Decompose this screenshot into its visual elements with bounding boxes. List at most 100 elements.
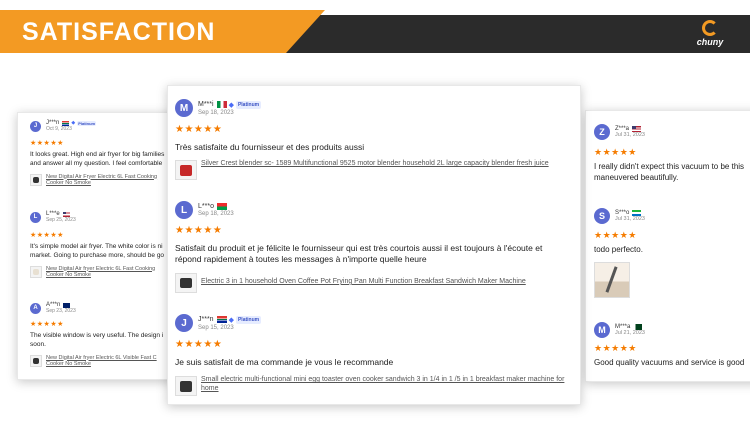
review-text: The visible window is very useful. The d… bbox=[30, 332, 176, 350]
review-item: S S***o Jul 31, 2023 ★★★★★ todo perfecto… bbox=[594, 208, 750, 298]
product-link[interactable]: Silver Crest blender sc- 1589 Multifunct… bbox=[175, 160, 570, 181]
review-text-line: soon. bbox=[30, 340, 46, 348]
product-link[interactable]: Small electric multi-functional mini egg… bbox=[175, 376, 570, 397]
product-link-line[interactable]: Cooker No Smoke bbox=[46, 180, 157, 187]
review-card-center: M M***i ◆ Platinum Sep 18, 2023 ★★★★★ Tr… bbox=[167, 85, 581, 405]
star-rating: ★★★★★ bbox=[175, 124, 223, 135]
review-date: Oct 9, 2023 bbox=[46, 126, 72, 132]
avatar: A bbox=[30, 302, 41, 314]
diamond-icon: ◆ bbox=[228, 101, 234, 109]
review-date: Jul 31, 2023 bbox=[615, 132, 645, 138]
avatar: M bbox=[594, 322, 610, 338]
star-rating: ★★★★★ bbox=[594, 147, 637, 157]
review-item: L L***o Sep 18, 2023 ★★★★★ Satisfait du … bbox=[175, 201, 570, 293]
product-link-text[interactable]: Silver Crest blender sc- 1589 Multifunct… bbox=[201, 160, 549, 169]
satisfaction-page: SATISFACTION chuny J J***n ◆ Platinum Oc… bbox=[0, 0, 750, 448]
review-item: M M***i ◆ Platinum Sep 18, 2023 ★★★★★ Tr… bbox=[175, 99, 570, 181]
product-thumbnail[interactable] bbox=[175, 376, 197, 397]
chuny-logo-icon bbox=[702, 20, 718, 36]
review-card-right: Z Z***a Jul 31, 2023 ★★★★★ I really didn… bbox=[585, 110, 750, 382]
review-item: J J***n ◆ Platinum Oct 9, 2023 ★★★★★ It … bbox=[30, 120, 176, 187]
product-thumbnail[interactable] bbox=[175, 160, 197, 181]
diamond-icon: ◆ bbox=[228, 316, 234, 324]
flag-icon bbox=[632, 126, 642, 132]
review-text-line: market. Going to purchase more, should b… bbox=[30, 251, 165, 259]
flag-icon bbox=[62, 120, 70, 126]
review-item: J J***n ◆ Platinum Sep 15, 2023 ★★★★★ Je… bbox=[175, 314, 570, 397]
flag-icon bbox=[216, 101, 227, 108]
review-text: Je suis satisfait de ma commande je vous… bbox=[175, 357, 394, 367]
review-date: Jul 31, 2023 bbox=[615, 216, 645, 222]
product-link-line[interactable]: New Digital Air Fryer Electric 6L Fast C… bbox=[46, 174, 157, 181]
brand-logo: chuny bbox=[690, 20, 730, 50]
avatar: M bbox=[175, 99, 193, 117]
product-thumbnail[interactable] bbox=[175, 272, 197, 293]
flag-icon bbox=[62, 211, 70, 217]
product-link-text[interactable]: Small electric multi-functional mini egg… bbox=[201, 376, 570, 394]
review-date: Sep 18, 2023 bbox=[198, 211, 234, 217]
review-item: M M***a Jul 21, 2023 ★★★★★ Good quality … bbox=[594, 322, 750, 369]
avatar: S bbox=[594, 208, 610, 224]
review-text: I really didn't expect this vacuum to be… bbox=[594, 162, 750, 184]
avatar: L bbox=[30, 211, 41, 223]
platinum-badge: Platinum bbox=[235, 315, 262, 324]
review-text: Très satisfaite du fournisseur et des pr… bbox=[175, 142, 365, 152]
review-text-line: Good quality vacuums and service is good bbox=[594, 358, 745, 367]
review-text: It's simple model air fryer. The white c… bbox=[30, 243, 176, 261]
star-rating: ★★★★★ bbox=[594, 343, 637, 353]
review-text-line: The visible window is very useful. The d… bbox=[30, 332, 164, 339]
star-rating: ★★★★★ bbox=[30, 321, 64, 328]
product-thumbnail[interactable] bbox=[30, 265, 42, 278]
avatar: J bbox=[175, 314, 193, 332]
product-link-line[interactable]: New Digital Air fryer Electric 6L Visibl… bbox=[46, 355, 157, 362]
product-link-line[interactable]: Cooker No Smoke bbox=[46, 361, 157, 368]
review-card-left: J J***n ◆ Platinum Oct 9, 2023 ★★★★★ It … bbox=[17, 112, 177, 380]
avatar: J bbox=[30, 120, 41, 132]
reviewer-name: L***o bbox=[198, 203, 214, 210]
review-item: Z Z***a Jul 31, 2023 ★★★★★ I really didn… bbox=[594, 124, 750, 184]
star-rating: ★★★★★ bbox=[175, 225, 223, 236]
review-text-line: and answer all my question. I feel comfo… bbox=[30, 159, 163, 167]
product-link[interactable]: New Digital Air Fryer Electric 6L Fast C… bbox=[30, 173, 176, 188]
star-rating: ★★★★★ bbox=[30, 140, 64, 147]
product-link[interactable]: New Digital Air fryer Electric 6L Fast C… bbox=[30, 265, 176, 280]
product-link-line[interactable]: New Digital Air fryer Electric 6L Fast C… bbox=[46, 266, 155, 273]
product-thumbnail[interactable] bbox=[30, 173, 42, 186]
reviewer-name: M***i bbox=[198, 101, 214, 108]
flag-icon bbox=[63, 302, 71, 308]
avatar: Z bbox=[594, 124, 610, 140]
brand-logo-text: chuny bbox=[696, 37, 724, 47]
flag-icon bbox=[216, 203, 227, 210]
product-link-line[interactable]: Cooker No Smoke bbox=[46, 272, 155, 279]
platinum-badge: Platinum bbox=[235, 100, 262, 109]
review-text-line: I really didn't expect this vacuum to be… bbox=[594, 162, 745, 171]
review-text: Good quality vacuums and service is good bbox=[594, 358, 750, 369]
review-date: Sep 25, 2023 bbox=[46, 217, 76, 223]
review-text: Satisfait du produit et je félicite le f… bbox=[175, 243, 543, 265]
review-item: L L***e Sep 25, 2023 ★★★★★ It's simple m… bbox=[30, 211, 176, 279]
star-rating: ★★★★★ bbox=[594, 230, 637, 240]
review-text-line: todo perfecto. bbox=[594, 245, 643, 254]
platinum-badge: Platinum bbox=[77, 120, 97, 126]
flag-icon bbox=[216, 316, 227, 323]
avatar: L bbox=[175, 201, 193, 219]
star-rating: ★★★★★ bbox=[30, 232, 64, 239]
product-link[interactable]: Electric 3 in 1 household Oven Coffee Po… bbox=[175, 272, 570, 293]
product-link-text[interactable]: Electric 3 in 1 household Oven Coffee Po… bbox=[201, 278, 526, 287]
review-text-line: It's simple model air fryer. The white c… bbox=[30, 243, 163, 250]
review-date: Sep 23, 2023 bbox=[46, 308, 76, 314]
review-photo[interactable] bbox=[594, 261, 630, 298]
review-text: It looks great. High end air fryer for b… bbox=[30, 151, 176, 169]
review-text-line: maneuvered beautifully. bbox=[594, 172, 679, 182]
reviewer-name: J***n bbox=[198, 316, 214, 323]
page-title: SATISFACTION bbox=[22, 18, 216, 46]
product-thumbnail[interactable] bbox=[30, 354, 42, 367]
product-link[interactable]: New Digital Air fryer Electric 6L Visibl… bbox=[30, 354, 176, 369]
review-item: A A***n Sep 23, 2023 ★★★★★ The visible w… bbox=[30, 302, 176, 368]
review-date: Sep 18, 2023 bbox=[198, 109, 234, 116]
review-text-line: It looks great. High end air fryer for b… bbox=[30, 151, 165, 158]
review-text: todo perfecto. bbox=[594, 245, 750, 256]
review-date: Sep 15, 2023 bbox=[198, 324, 234, 331]
star-rating: ★★★★★ bbox=[175, 339, 223, 350]
review-date: Jul 21, 2023 bbox=[615, 330, 645, 336]
